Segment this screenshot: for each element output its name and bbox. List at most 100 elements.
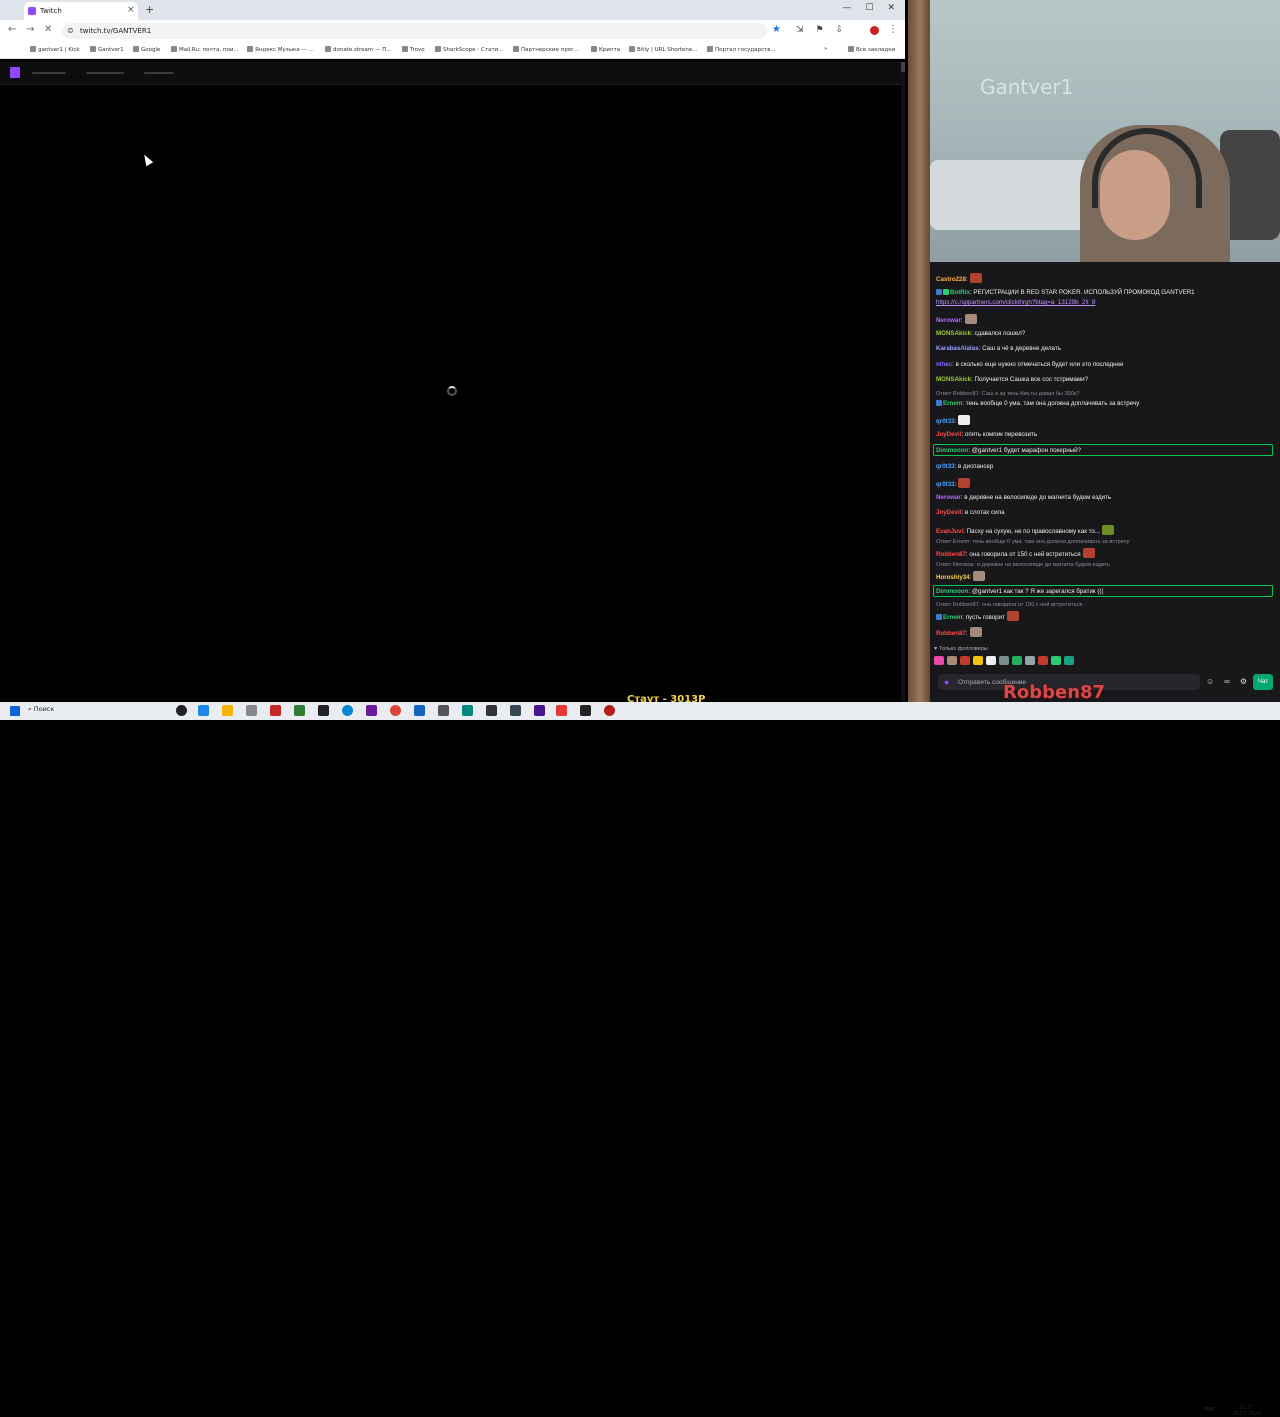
followers-only-notice: ♥ Только фолловеры — [934, 646, 988, 652]
menu-kebab-icon[interactable]: ⋮ — [888, 24, 898, 35]
app-icon[interactable] — [604, 705, 615, 716]
bookmark-item[interactable]: Крипта — [591, 46, 620, 53]
app-icon[interactable] — [438, 705, 449, 716]
browser-window: Twitch × + — ☐ ✕ ← → ✕ ⊜ twitch.tv/GANTV… — [0, 0, 905, 702]
app-icon[interactable] — [366, 705, 377, 716]
app-icon[interactable] — [462, 705, 473, 716]
app-icon[interactable] — [294, 705, 305, 716]
loading-placeholder — [144, 72, 174, 74]
close-tab-icon[interactable]: × — [127, 5, 135, 15]
emote-icon[interactable] — [947, 656, 957, 665]
reply-context[interactable]: Ответ Robben87: она говорила от 150 с не… — [936, 602, 1082, 608]
tab-twitch[interactable]: Twitch × — [24, 2, 138, 20]
emote-icon[interactable] — [986, 656, 996, 665]
system-clock[interactable]: 15:27 29.03.2024 — [1232, 1405, 1261, 1417]
twitch-favicon-icon — [28, 7, 36, 15]
toolbar-icons: ⇲ ⚑ ⇩ — [796, 25, 843, 35]
bookmark-star-icon[interactable]: ★ — [772, 24, 781, 35]
site-info-icon[interactable]: ⊜ — [67, 26, 74, 35]
cortana-icon[interactable] — [176, 705, 187, 716]
emote-button-icon[interactable]: ☺ — [1206, 677, 1214, 686]
app-icon[interactable] — [198, 705, 209, 716]
app-icon[interactable] — [556, 705, 567, 716]
page-scrollbar[interactable] — [901, 62, 905, 702]
forward-icon[interactable]: → — [26, 24, 34, 35]
profile-avatar-icon[interactable] — [870, 26, 879, 35]
curtain-background — [908, 0, 932, 702]
chat-message: EvanJuvi: Пасху на сухую, не по правосла… — [936, 525, 1115, 535]
emote-icon — [1102, 525, 1115, 535]
reply-context[interactable]: Ответ Nerowar: в деревне на велосипеде д… — [936, 562, 1110, 568]
app-icon[interactable] — [486, 705, 497, 716]
bookmark-item[interactable]: SharkScope - Стати... — [435, 46, 503, 53]
reply-context[interactable]: Ответ Robben87: Саш а за тень Кик,ты дав… — [936, 391, 1080, 397]
extensions-icon[interactable]: ⚑ — [816, 25, 824, 35]
bookmark-item[interactable]: Bitly | URL Shortene... — [629, 46, 698, 53]
emote-picker-row — [934, 656, 1074, 665]
language-indicator[interactable]: РУС — [1205, 1407, 1216, 1413]
microphone-icon[interactable]: ● — [944, 677, 949, 687]
settings-gear-icon[interactable]: ⚙ — [1240, 677, 1247, 686]
downloads-icon[interactable]: ⇩ — [836, 25, 844, 35]
twitch-logo-icon[interactable] — [10, 67, 20, 78]
app-icon[interactable] — [318, 705, 329, 716]
bookmark-item[interactable]: Портал государств... — [707, 46, 776, 53]
chat-message: Nerowar: в деревне на велосипеде до магн… — [936, 494, 1112, 501]
chrome-icon[interactable] — [390, 705, 401, 716]
install-app-icon[interactable]: ⇲ — [796, 25, 804, 35]
app-icon[interactable] — [510, 705, 521, 716]
app-icon[interactable] — [534, 705, 545, 716]
emote-icon[interactable] — [1038, 656, 1048, 665]
emote-icon — [1082, 548, 1095, 558]
minimize-icon[interactable]: — — [842, 3, 851, 13]
chat-send-button[interactable]: Чат — [1253, 674, 1273, 690]
edge-icon[interactable] — [342, 705, 353, 716]
bookmarks-overflow-icon[interactable]: » — [824, 46, 827, 52]
chat-message: Horoshiy34: — [936, 571, 986, 581]
bookmark-item[interactable]: Яндекс Музыка — ... — [247, 46, 314, 53]
app-icon[interactable] — [414, 705, 425, 716]
reply-context[interactable]: Ответ Ernem: тень вообще 0 ума. там она … — [936, 539, 1129, 545]
omnibox[interactable]: ⊜ twitch.tv/GANTVER1 — [62, 23, 767, 39]
emote-icon[interactable] — [1025, 656, 1035, 665]
maximize-icon[interactable]: ☐ — [865, 3, 873, 13]
chat-message: Dimmooon: @gantver1 как так ? Я же зарег… — [936, 588, 1104, 595]
bookmark-item[interactable]: gantver1 | Kick — [30, 46, 80, 53]
bookmark-item[interactable]: Mail.Ru: почта, пои... — [171, 46, 239, 53]
app-icon[interactable] — [580, 705, 591, 716]
bookmark-item[interactable]: Партнерские прог... — [513, 46, 579, 53]
explorer-icon[interactable] — [222, 705, 233, 716]
windows-start-icon[interactable] — [10, 706, 20, 716]
loading-placeholder — [32, 72, 66, 74]
app-icon[interactable] — [246, 705, 257, 716]
emote-icon[interactable] — [1064, 656, 1074, 665]
taskbar-search[interactable]: ⌕ Поиск — [28, 705, 54, 714]
stop-loading-icon[interactable]: ✕ — [44, 24, 52, 35]
emote-icon[interactable] — [960, 656, 970, 665]
back-icon[interactable]: ← — [8, 24, 16, 35]
close-window-icon[interactable]: ✕ — [887, 3, 895, 13]
chat-message: JoyDevil: в слотах сила — [936, 509, 1005, 516]
tab-title: Twitch — [40, 7, 62, 15]
chat-message: BotRix: РЕГИСТРАЦИИ В RED STAR POKER. ИС… — [936, 289, 1195, 296]
bookmark-item[interactable]: Gantver1 — [90, 46, 124, 53]
chat-message: Ernem: пусть говорит — [936, 611, 1019, 621]
bookmark-item[interactable]: Trovo — [402, 46, 425, 53]
emote-icon[interactable] — [1012, 656, 1022, 665]
all-bookmarks[interactable]: Все закладки — [848, 46, 895, 53]
emote-icon[interactable] — [934, 656, 944, 665]
emote-icon[interactable] — [1051, 656, 1061, 665]
app-icon[interactable] — [270, 705, 281, 716]
chat-message: nlhec: в сколько еще нужно отмечаться бу… — [936, 361, 1124, 368]
emote-icon[interactable] — [973, 656, 983, 665]
new-tab-icon[interactable]: + — [145, 3, 154, 16]
bookmark-item[interactable]: donate.stream — П... — [325, 46, 392, 53]
emote-icon — [1006, 611, 1019, 621]
verified-badge-icon — [943, 289, 949, 295]
scrollbar-thumb[interactable] — [901, 62, 905, 72]
points-icon[interactable]: ∞ — [1224, 677, 1230, 686]
chat-link: https://c.rsppartners.com/clickthrgh?bta… — [936, 299, 1096, 306]
bot-badge-icon — [936, 289, 942, 295]
emote-icon[interactable] — [999, 656, 1009, 665]
bookmark-item[interactable]: Google — [133, 46, 160, 53]
